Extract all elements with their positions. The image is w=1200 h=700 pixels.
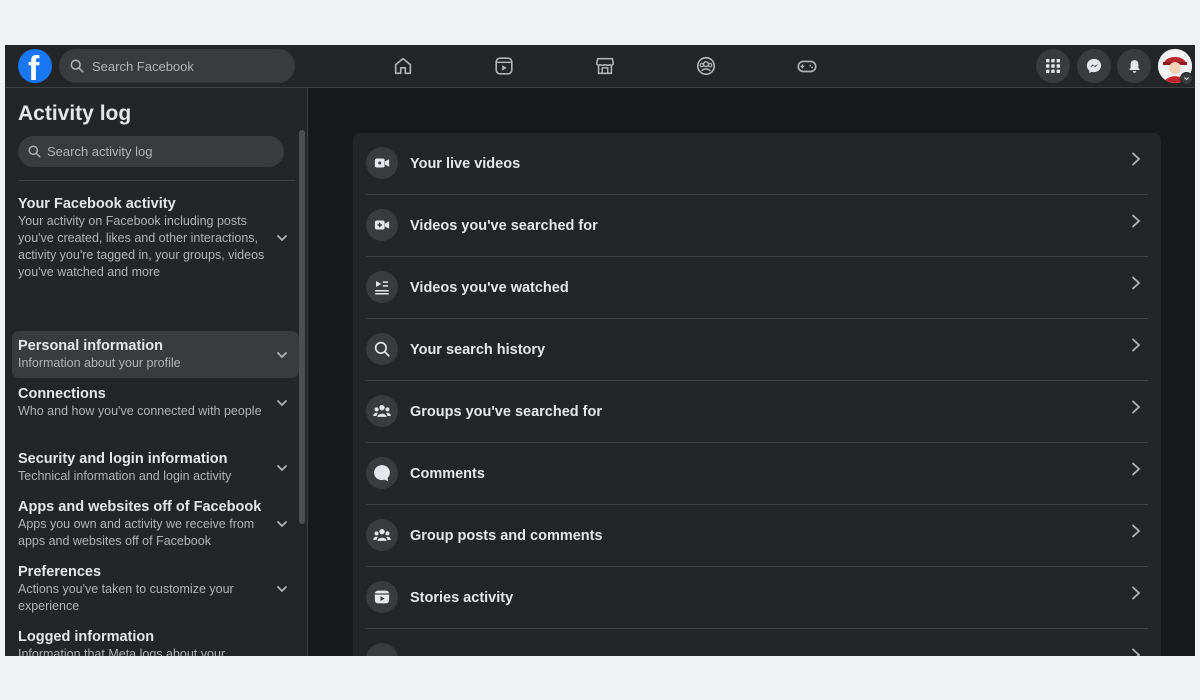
chevron-right-icon	[1132, 214, 1141, 228]
chevron-right-icon	[1132, 276, 1141, 290]
list-item-partial[interactable]	[366, 629, 1148, 656]
sidebar-item-description: Information about your profile	[18, 356, 181, 370]
sidebar-item-description: Information that Meta logs about your ac…	[18, 647, 226, 656]
notifications-icon[interactable]	[1117, 49, 1151, 83]
list-item-group-posts-and-comments[interactable]: Group posts and comments	[366, 505, 1148, 567]
account-chevron-down-icon[interactable]	[1180, 72, 1193, 85]
sidebar-item-description: Who and how you've connected with people	[18, 404, 262, 418]
stories-icon	[366, 581, 398, 613]
sidebar-item-description: Your activity on Facebook including post…	[18, 214, 265, 279]
chevron-right-icon	[1132, 400, 1141, 414]
sidebar-item-label: Preferences	[18, 564, 102, 580]
facebook-search-input[interactable]: Search Facebook	[59, 49, 295, 83]
menu-grid-icon[interactable]	[1036, 49, 1070, 83]
video-search-icon	[366, 209, 398, 241]
sidebar-item-label: Logged information	[18, 629, 155, 645]
sidebar-item-label: Your Facebook activity	[18, 196, 176, 212]
comment-icon	[366, 457, 398, 489]
chevron-right-icon	[1132, 338, 1141, 352]
sidebar-item-connections[interactable]: Connections Who and how you've connected…	[12, 379, 299, 426]
facebook-app-window: f Search Facebook Activity log Search ac…	[5, 45, 1195, 656]
sidebar-item-description: Technical information and login activity	[18, 469, 232, 483]
list-item-videos-searched[interactable]: Videos you've searched for	[366, 195, 1148, 257]
chevron-right-icon	[1132, 524, 1141, 538]
sidebar-item-label: Personal information	[18, 338, 164, 354]
search-icon	[70, 59, 84, 73]
chevron-down-icon	[277, 586, 287, 593]
groups-icon	[366, 519, 398, 551]
sidebar-item-label: Security and login information	[18, 451, 228, 467]
sidebar-item-personal-information[interactable]: Personal information Information about y…	[12, 331, 299, 378]
groups-icon	[366, 395, 398, 427]
search-icon	[366, 333, 398, 365]
sidebar-item-preferences[interactable]: Preferences Actions you've taken to cust…	[12, 557, 299, 621]
chevron-down-icon	[277, 521, 287, 528]
chevron-down-icon	[277, 235, 287, 242]
sidebar-item-logged-information[interactable]: Logged information Information that Meta…	[12, 622, 299, 656]
sidebar-item-apps-and-websites[interactable]: Apps and websites off of Facebook Apps y…	[12, 492, 299, 556]
chevron-down-icon	[277, 399, 287, 406]
activity-category-list: Your live videos Videos you've searched …	[353, 133, 1161, 656]
chevron-down-icon	[277, 351, 287, 358]
search-icon	[28, 145, 41, 158]
sidebar-item-description: Apps you own and activity we receive fro…	[18, 517, 255, 548]
marketplace-icon[interactable]	[592, 53, 618, 79]
video-icon[interactable]	[491, 53, 517, 79]
messenger-icon[interactable]	[1077, 49, 1111, 83]
list-item-comments[interactable]: Comments	[366, 443, 1148, 505]
sidebar-item-description: Actions you've taken to customize your e…	[18, 582, 234, 613]
sidebar-item-your-facebook-activity[interactable]: Your Facebook activity Your activity on …	[12, 189, 299, 287]
sidebar-scrollbar[interactable]	[299, 130, 305, 524]
live-video-icon	[366, 147, 398, 179]
sidebar-divider	[18, 180, 295, 181]
gaming-icon[interactable]	[794, 53, 820, 79]
chevron-right-icon	[1132, 648, 1141, 656]
search-placeholder: Search Facebook	[92, 58, 194, 74]
list-item-your-live-videos[interactable]: Your live videos	[366, 133, 1148, 195]
activity-log-search-input[interactable]: Search activity log	[18, 136, 284, 167]
list-item-label: Group posts and comments	[410, 528, 603, 544]
chevron-right-icon	[1132, 586, 1141, 600]
list-item-label: Videos you've watched	[410, 280, 569, 296]
top-navigation-bar: f Search Facebook	[5, 45, 1195, 88]
watched-videos-icon	[366, 271, 398, 303]
sidebar-item-label: Connections	[18, 386, 106, 402]
home-icon[interactable]	[390, 53, 416, 79]
main-content: Your live videos Videos you've searched …	[308, 88, 1195, 656]
list-item-groups-searched[interactable]: Groups you've searched for	[366, 381, 1148, 443]
activity-icon	[366, 643, 398, 656]
list-item-label: Stories activity	[410, 590, 514, 606]
chevron-down-icon	[277, 464, 287, 471]
list-item-label: Your live videos	[410, 156, 521, 172]
activity-log-sidebar: Activity log Search activity log Your Fa…	[5, 88, 308, 656]
search-placeholder: Search activity log	[47, 144, 153, 159]
chevron-right-icon	[1132, 152, 1141, 166]
list-item-search-history[interactable]: Your search history	[366, 319, 1148, 381]
chevron-right-icon	[1132, 462, 1141, 476]
list-item-label: Groups you've searched for	[410, 404, 603, 420]
list-item-label: Your search history	[410, 342, 546, 358]
sidebar-item-security-and-login[interactable]: Security and login information Technical…	[12, 444, 299, 491]
list-item-label: Comments	[410, 466, 485, 482]
facebook-logo-icon[interactable]: f	[18, 49, 52, 83]
list-item-stories-activity[interactable]: Stories activity	[366, 567, 1148, 629]
list-item-label: Videos you've searched for	[410, 218, 598, 234]
sidebar-item-label: Apps and websites off of Facebook	[18, 499, 262, 515]
page-title: Activity log	[18, 102, 132, 125]
groups-icon[interactable]	[693, 53, 719, 79]
list-item-videos-watched[interactable]: Videos you've watched	[366, 257, 1148, 319]
